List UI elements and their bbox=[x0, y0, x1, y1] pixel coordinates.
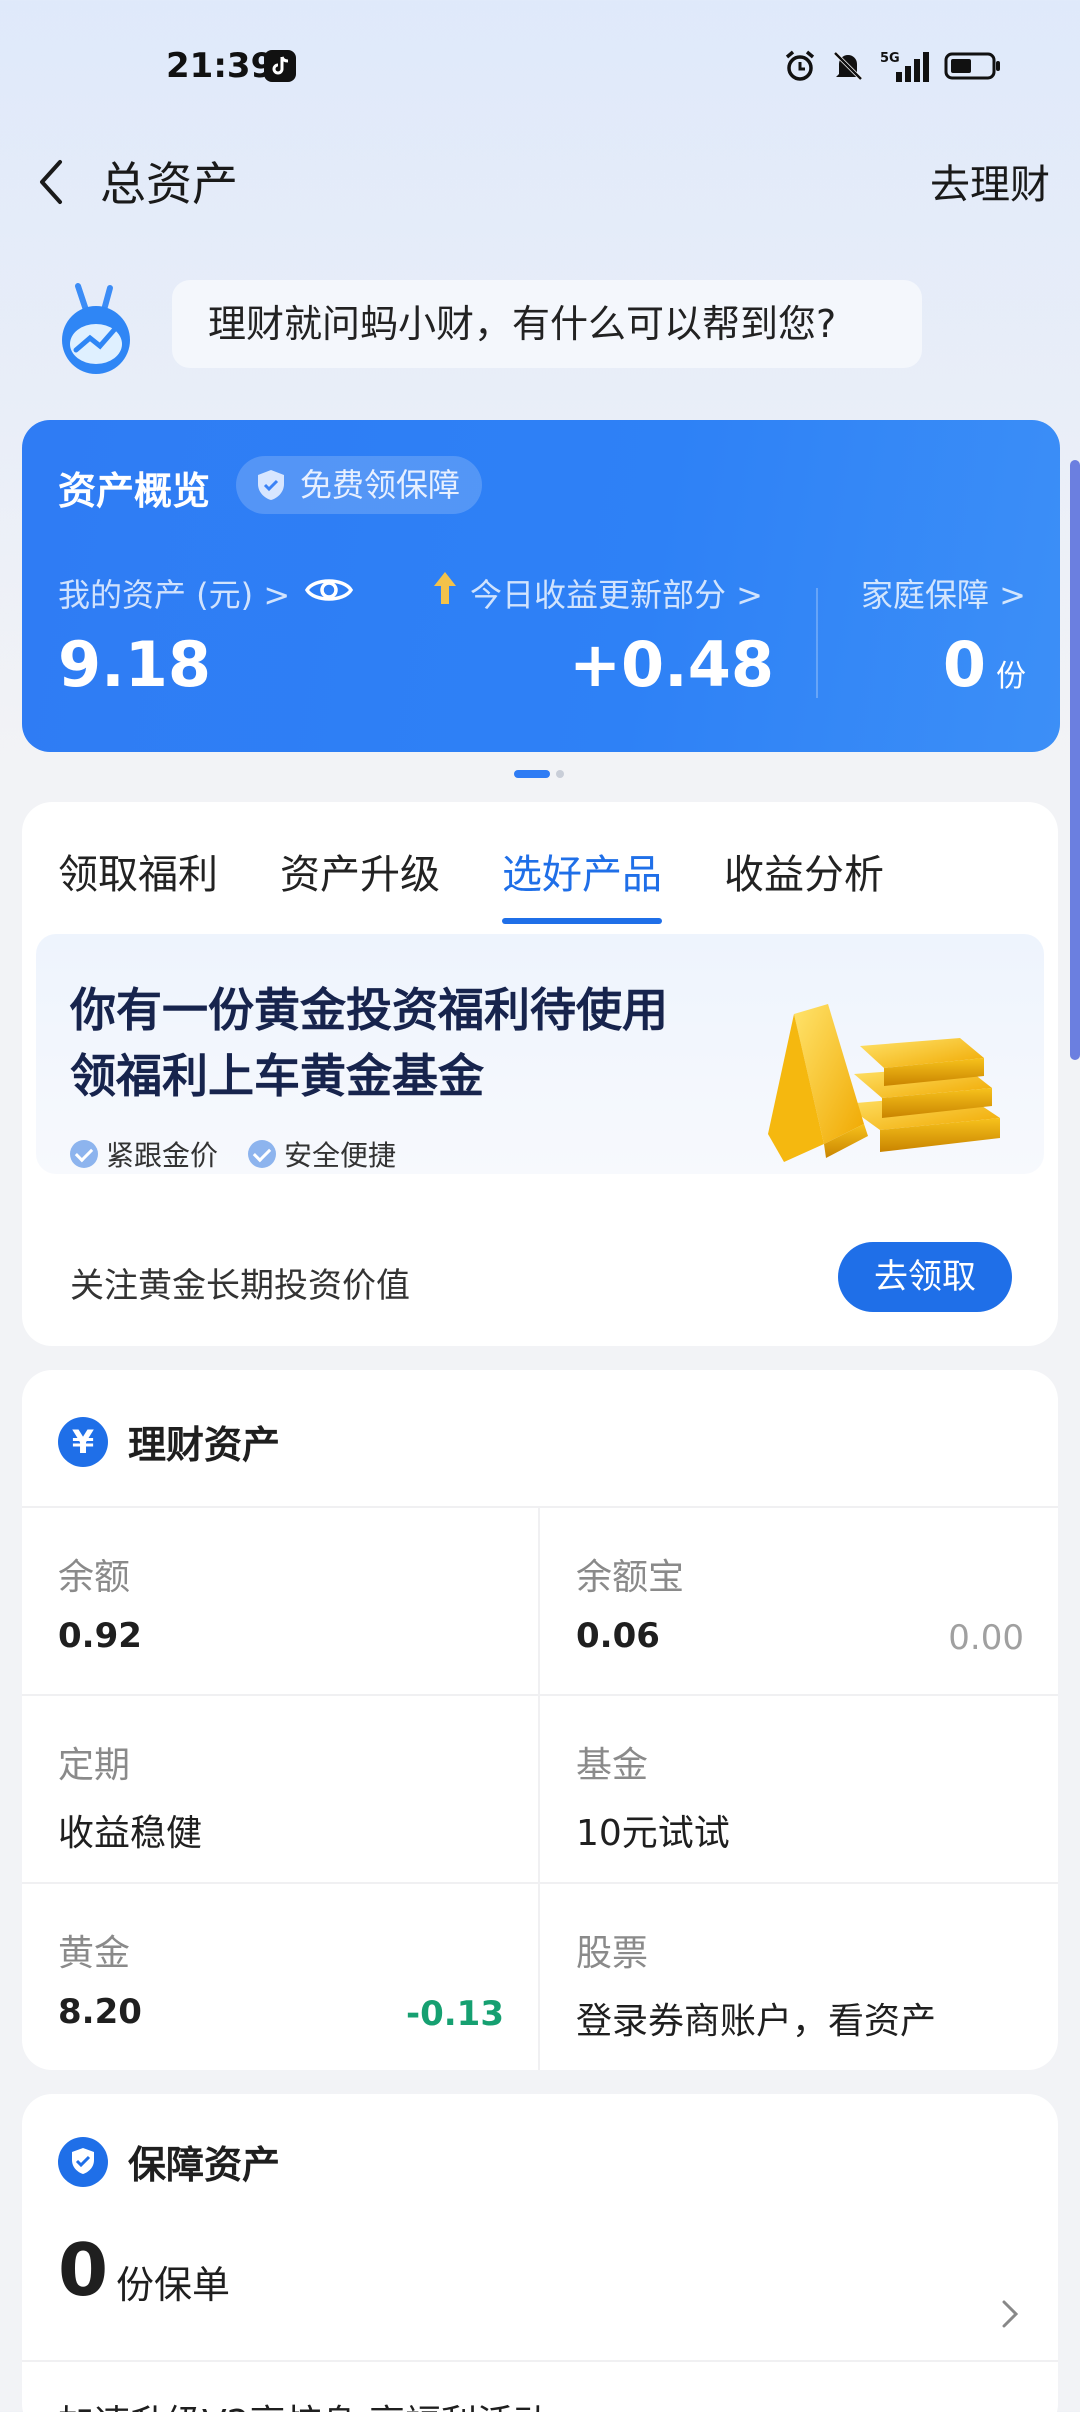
asset-label: 余额宝 bbox=[576, 1557, 685, 1598]
feature-label: 紧跟金价 bbox=[106, 1139, 219, 1172]
asset-label: 股票 bbox=[576, 1933, 649, 1974]
eye-icon[interactable] bbox=[304, 570, 354, 610]
shield-check-icon bbox=[58, 2136, 108, 2187]
today-income-value: +0.48 bbox=[569, 628, 774, 701]
finance-header[interactable]: ¥ 理财资产 bbox=[58, 1414, 280, 1469]
free-protection-badge[interactable]: 免费领保障 bbox=[236, 456, 483, 514]
feature-follow-price: 紧跟金价 bbox=[70, 1134, 218, 1174]
tab-asset-upgrade[interactable]: 资产升级 bbox=[280, 842, 440, 900]
today-income-label[interactable]: 今日收益更新部分 > bbox=[470, 570, 763, 616]
asset-label: 余额 bbox=[58, 1557, 131, 1598]
mute-icon bbox=[830, 48, 866, 88]
asset-label: 基金 bbox=[576, 1745, 649, 1786]
status-bar: 21:39 5G bbox=[0, 0, 1080, 130]
asset-value: 10元试试 bbox=[576, 1813, 730, 1854]
asset-value: 8.20 bbox=[58, 1992, 142, 2032]
yen-icon: ¥ bbox=[58, 1416, 108, 1467]
go-invest-link[interactable]: 去理财 bbox=[930, 152, 1050, 210]
divider bbox=[22, 2360, 1058, 2362]
asset-value: 0.92 bbox=[58, 1616, 142, 1656]
page-title: 总资产 bbox=[100, 157, 238, 211]
asset-label: 黄金 bbox=[58, 1933, 131, 1974]
asset-label: 定期 bbox=[58, 1745, 131, 1786]
asset-overview-card: 资产概览 免费领保障 我的资产 (元) > 9.18 今日收益更新部分 > +0… bbox=[22, 420, 1060, 752]
chevron-right-icon[interactable] bbox=[998, 2294, 1022, 2334]
carousel-indicator bbox=[514, 770, 564, 778]
back-button[interactable] bbox=[30, 152, 76, 212]
policy-count: 0 bbox=[58, 2228, 109, 2312]
overview-title: 资产概览 bbox=[58, 469, 211, 513]
finance-assets-card: ¥ 理财资产 余额 0.92 余额宝 0.06 0.00 定期 收益稳健 基金 … bbox=[22, 1370, 1058, 2070]
feature-safe-convenient: 安全便捷 bbox=[248, 1134, 396, 1174]
battery-icon bbox=[944, 51, 1002, 85]
finance-row: 定期 收益稳健 基金 10元试试 bbox=[22, 1696, 1058, 1884]
my-assets-label[interactable]: 我的资产 (元) > bbox=[58, 570, 290, 616]
asset-value: 0.06 bbox=[576, 1616, 660, 1656]
benefits-card: 领取福利 资产升级 选好产品 收益分析 你有一份黄金投资福利待使用 领福利上车黄… bbox=[22, 802, 1058, 1346]
claim-button[interactable]: 去领取 bbox=[838, 1242, 1012, 1312]
up-arrow-icon bbox=[430, 568, 460, 608]
gold-bars-image bbox=[764, 994, 1004, 1174]
badge-label: 免费领保障 bbox=[300, 466, 461, 504]
divider bbox=[816, 588, 818, 698]
my-assets-value: 9.18 bbox=[58, 628, 211, 701]
finance-row: 余额 0.92 余额宝 0.06 0.00 bbox=[22, 1508, 1058, 1696]
indicator-active bbox=[514, 770, 550, 778]
finance-grid: 余额 0.92 余额宝 0.06 0.00 定期 收益稳健 基金 10元试试 黄… bbox=[22, 1506, 1058, 2070]
status-icons: 5G bbox=[782, 48, 1002, 88]
family-unit: 份 bbox=[996, 659, 1026, 694]
asset-value: 登录券商账户，看资产 bbox=[576, 2001, 937, 2042]
tab-choose-products[interactable]: 选好产品 bbox=[502, 842, 662, 924]
asset-fund[interactable]: 基金 10元试试 bbox=[540, 1696, 1058, 1882]
mascot-icon[interactable] bbox=[56, 280, 136, 380]
check-icon bbox=[248, 1140, 276, 1168]
protection-assets-card[interactable]: 保障资产 0 份保单 加速升级V2享核身 享福利活动 bbox=[22, 2094, 1058, 2412]
signal-5g-icon: 5G bbox=[878, 48, 932, 88]
tab-bar: 领取福利 资产升级 选好产品 收益分析 bbox=[58, 842, 884, 924]
protection-header: 保障资产 bbox=[58, 2134, 280, 2189]
gold-promo-banner[interactable]: 你有一份黄金投资福利待使用 领福利上车黄金基金 紧跟金价 安全便捷 bbox=[36, 934, 1044, 1174]
family-protection-label[interactable]: 家庭保障 > bbox=[861, 570, 1026, 616]
finance-row: 黄金 8.20 -0.13 股票 登录券商账户，看资产 bbox=[22, 1884, 1058, 2070]
family-count: 0 bbox=[942, 628, 986, 701]
asset-stocks[interactable]: 股票 登录券商账户，看资产 bbox=[540, 1884, 1058, 2070]
status-time: 21:39 bbox=[166, 46, 275, 86]
asset-fixed-term[interactable]: 定期 收益稳健 bbox=[22, 1696, 540, 1882]
asset-gold[interactable]: 黄金 8.20 -0.13 bbox=[22, 1884, 540, 2070]
policy-unit: 份保单 bbox=[116, 2263, 231, 2307]
protection-title: 保障资产 bbox=[128, 2143, 281, 2187]
tab-income-analysis[interactable]: 收益分析 bbox=[724, 842, 884, 900]
indicator-dot bbox=[556, 770, 564, 778]
alarm-icon bbox=[782, 48, 818, 88]
promo-subline: 领福利上车黄金基金 bbox=[70, 1049, 484, 1103]
tab-claim-benefits[interactable]: 领取福利 bbox=[58, 842, 218, 900]
asset-balance[interactable]: 余额 0.92 bbox=[22, 1508, 540, 1694]
side-edge-handle[interactable] bbox=[1070, 460, 1080, 1060]
feature-label: 安全便捷 bbox=[284, 1139, 397, 1172]
asset-change: 0.00 bbox=[948, 1618, 1024, 1658]
promo-headline: 你有一份黄金投资福利待使用 bbox=[70, 983, 668, 1037]
promo-footer-text: 关注黄金长期投资价值 bbox=[70, 1266, 410, 1306]
protection-footer[interactable]: 加速升级V2享核身 享福利活动 bbox=[58, 2394, 549, 2412]
tiktok-icon bbox=[264, 50, 296, 82]
assistant-prompt[interactable]: 理财就问蚂小财，有什么可以帮到您? bbox=[172, 280, 922, 368]
asset-yuebao[interactable]: 余额宝 0.06 0.00 bbox=[540, 1508, 1058, 1694]
chevron-left-icon bbox=[40, 160, 62, 204]
asset-value: 收益稳健 bbox=[58, 1813, 203, 1854]
family-protection-value: 0份 bbox=[943, 628, 1026, 701]
check-icon bbox=[70, 1140, 98, 1168]
finance-title: 理财资产 bbox=[128, 1423, 281, 1467]
shield-icon bbox=[258, 470, 284, 500]
asset-change: -0.13 bbox=[406, 1994, 504, 2034]
svg-text:5G: 5G bbox=[880, 51, 900, 66]
